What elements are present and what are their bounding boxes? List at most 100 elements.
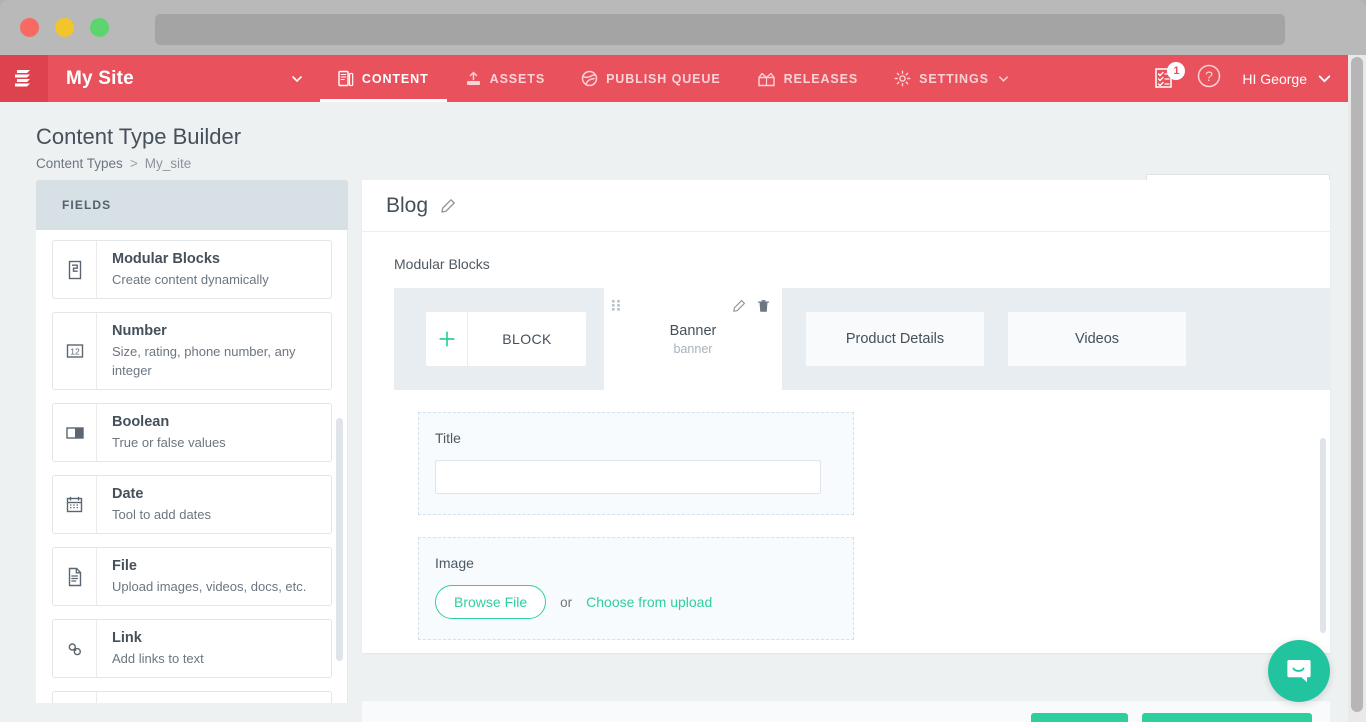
tabs-spacer: [586, 312, 604, 366]
field-desc: Add links to text: [112, 651, 204, 666]
app-logo[interactable]: [0, 55, 48, 102]
block-tab-name: Product Details: [845, 331, 945, 347]
field-name: Number: [112, 323, 167, 339]
field-card-number[interactable]: 12 Number Size, rating, phone number, an…: [52, 312, 332, 390]
maximize-window-button[interactable]: [90, 18, 109, 37]
top-navbar: My Site CONTENT ASSETS PUBLISH QUEUE REL…: [0, 55, 1348, 102]
field-desc: Create content dynamically: [112, 272, 269, 287]
field-text: Date Tool to add dates: [97, 476, 223, 533]
releases-box-icon: [757, 72, 775, 86]
publish-queue-icon: [581, 70, 598, 87]
nav-item-settings[interactable]: SETTINGS: [876, 55, 1028, 102]
content-icon: [338, 70, 354, 87]
navbar-right: 1 ? HI George: [1154, 55, 1348, 102]
add-block-label: BLOCK: [502, 331, 552, 347]
settings-chevron-down-icon: [998, 76, 1008, 82]
browser-chrome: [0, 0, 1366, 55]
breadcrumb-item-content-types[interactable]: Content Types: [36, 156, 123, 171]
field-card-reference[interactable]: Reference Link to entries of another con…: [52, 691, 332, 703]
page-header: Content Type Builder Content Types > My_…: [0, 102, 1348, 180]
cancel-button[interactable]: Cancel: [948, 714, 1017, 722]
gear-icon: [894, 70, 911, 87]
field-desc: Upload images, videos, docs, etc.: [112, 579, 307, 594]
save-button[interactable]: Save: [1030, 712, 1128, 722]
save-and-close-button[interactable]: Save and Close: [1141, 712, 1312, 722]
content-type-title: Blog: [386, 193, 429, 217]
title-input[interactable]: [435, 460, 821, 494]
browse-file-button[interactable]: Browse File: [435, 585, 547, 619]
user-menu[interactable]: HI George: [1238, 71, 1332, 87]
fields-list[interactable]: Modular Blocks Create content dynamicall…: [36, 230, 348, 703]
block-tab-uid: banner: [673, 341, 713, 356]
content-type-panel: Blog Modular Blocks BLOCK Banner banner …: [362, 180, 1330, 653]
calendar-icon: [53, 476, 97, 533]
choose-from-upload-link[interactable]: Choose from upload: [586, 594, 712, 610]
field-desc: Tool to add dates: [112, 507, 212, 522]
field-card-link[interactable]: Link Add links to text: [52, 619, 332, 678]
chat-bubble-icon: [1287, 660, 1311, 683]
svg-text:12: 12: [70, 346, 80, 356]
address-bar[interactable]: [155, 14, 1285, 45]
field-desc: True or false values: [112, 435, 226, 450]
nav-label-content: CONTENT: [361, 71, 429, 86]
page-title: Content Type Builder: [36, 124, 242, 149]
field-card-date[interactable]: Date Tool to add dates: [52, 475, 332, 534]
fields-heading: FIELDS: [62, 198, 112, 212]
nav-item-publish-queue[interactable]: PUBLISH QUEUE: [563, 55, 739, 102]
content-type-header: Blog: [362, 180, 1330, 232]
breadcrumb-separator: >: [129, 156, 138, 171]
or-text: or: [560, 594, 573, 610]
assets-upload-icon: [466, 70, 480, 85]
user-greeting: HI George: [1242, 70, 1307, 87]
number-12-icon: 12: [53, 313, 97, 389]
site-name[interactable]: My Site: [48, 55, 134, 102]
breadcrumb: Content Types > My_site: [36, 156, 1348, 171]
drag-handle-icon[interactable]: [612, 300, 622, 319]
link-chain-icon: [53, 620, 97, 677]
field-text: File Upload images, videos, docs, etc.: [97, 548, 318, 605]
svg-text:?: ?: [1206, 68, 1214, 84]
help-button[interactable]: ?: [1196, 63, 1222, 94]
block-tab-name: Banner: [669, 322, 717, 339]
block-tab-banner[interactable]: Banner banner: [604, 288, 782, 390]
tasks-notification-button[interactable]: 1: [1154, 61, 1186, 92]
window-controls: [20, 18, 109, 37]
field-card-boolean[interactable]: Boolean True or false values: [52, 403, 332, 462]
block-field-image: Image Browse File or Choose from upload: [418, 537, 854, 640]
field-text: Number Size, rating, phone number, any i…: [97, 313, 331, 389]
field-text: Reference Link to entries of another con…: [97, 692, 331, 703]
minimize-window-button[interactable]: [55, 18, 74, 37]
nav-item-assets[interactable]: ASSETS: [447, 55, 563, 102]
field-name: Link: [112, 630, 142, 646]
browser-scrollbar-thumb[interactable]: [1351, 57, 1363, 712]
field-text: Link Add links to text: [97, 620, 216, 677]
form-footer: Cancel Save Save and Close: [362, 700, 1330, 722]
fields-scrollbar-thumb[interactable]: [336, 418, 343, 661]
nav-item-releases[interactable]: RELEASES: [739, 55, 877, 102]
field-name: File: [112, 558, 137, 574]
nav-item-content[interactable]: CONTENT: [319, 55, 447, 102]
close-window-button[interactable]: [20, 18, 39, 37]
add-block-button[interactable]: BLOCK: [426, 312, 586, 366]
field-card-modular-blocks[interactable]: Modular Blocks Create content dynamicall…: [52, 240, 332, 299]
builder-columns: FIELDS Modular Blocks Create content dyn…: [0, 180, 1348, 703]
panel-scrollbar-thumb[interactable]: [1320, 438, 1326, 633]
trash-icon[interactable]: [757, 299, 770, 313]
notification-badge: 1: [1167, 61, 1186, 80]
block-tab-videos[interactable]: Videos: [1008, 312, 1186, 366]
pencil-icon[interactable]: [732, 299, 746, 313]
browser-vertical-scrollbar[interactable]: [1348, 55, 1366, 722]
intercom-chat-launcher[interactable]: [1268, 640, 1330, 702]
modular-blocks-label: Modular Blocks: [394, 256, 490, 272]
fields-scrollbar-track[interactable]: [347, 230, 348, 703]
field-card-file[interactable]: File Upload images, videos, docs, etc.: [52, 547, 332, 606]
site-switcher-caret[interactable]: [276, 55, 320, 102]
pencil-icon[interactable]: [440, 198, 456, 214]
image-upload-row: Browse File or Choose from upload: [435, 585, 835, 619]
chevron-down-icon: [292, 75, 302, 82]
block-tab-product-details[interactable]: Product Details: [806, 312, 984, 366]
fields-sidebar: FIELDS Modular Blocks Create content dyn…: [36, 180, 348, 703]
nav-label-publish-queue: PUBLISH QUEUE: [606, 71, 721, 86]
field-name: Date: [112, 486, 144, 502]
fields-panel-header: FIELDS: [36, 180, 348, 230]
